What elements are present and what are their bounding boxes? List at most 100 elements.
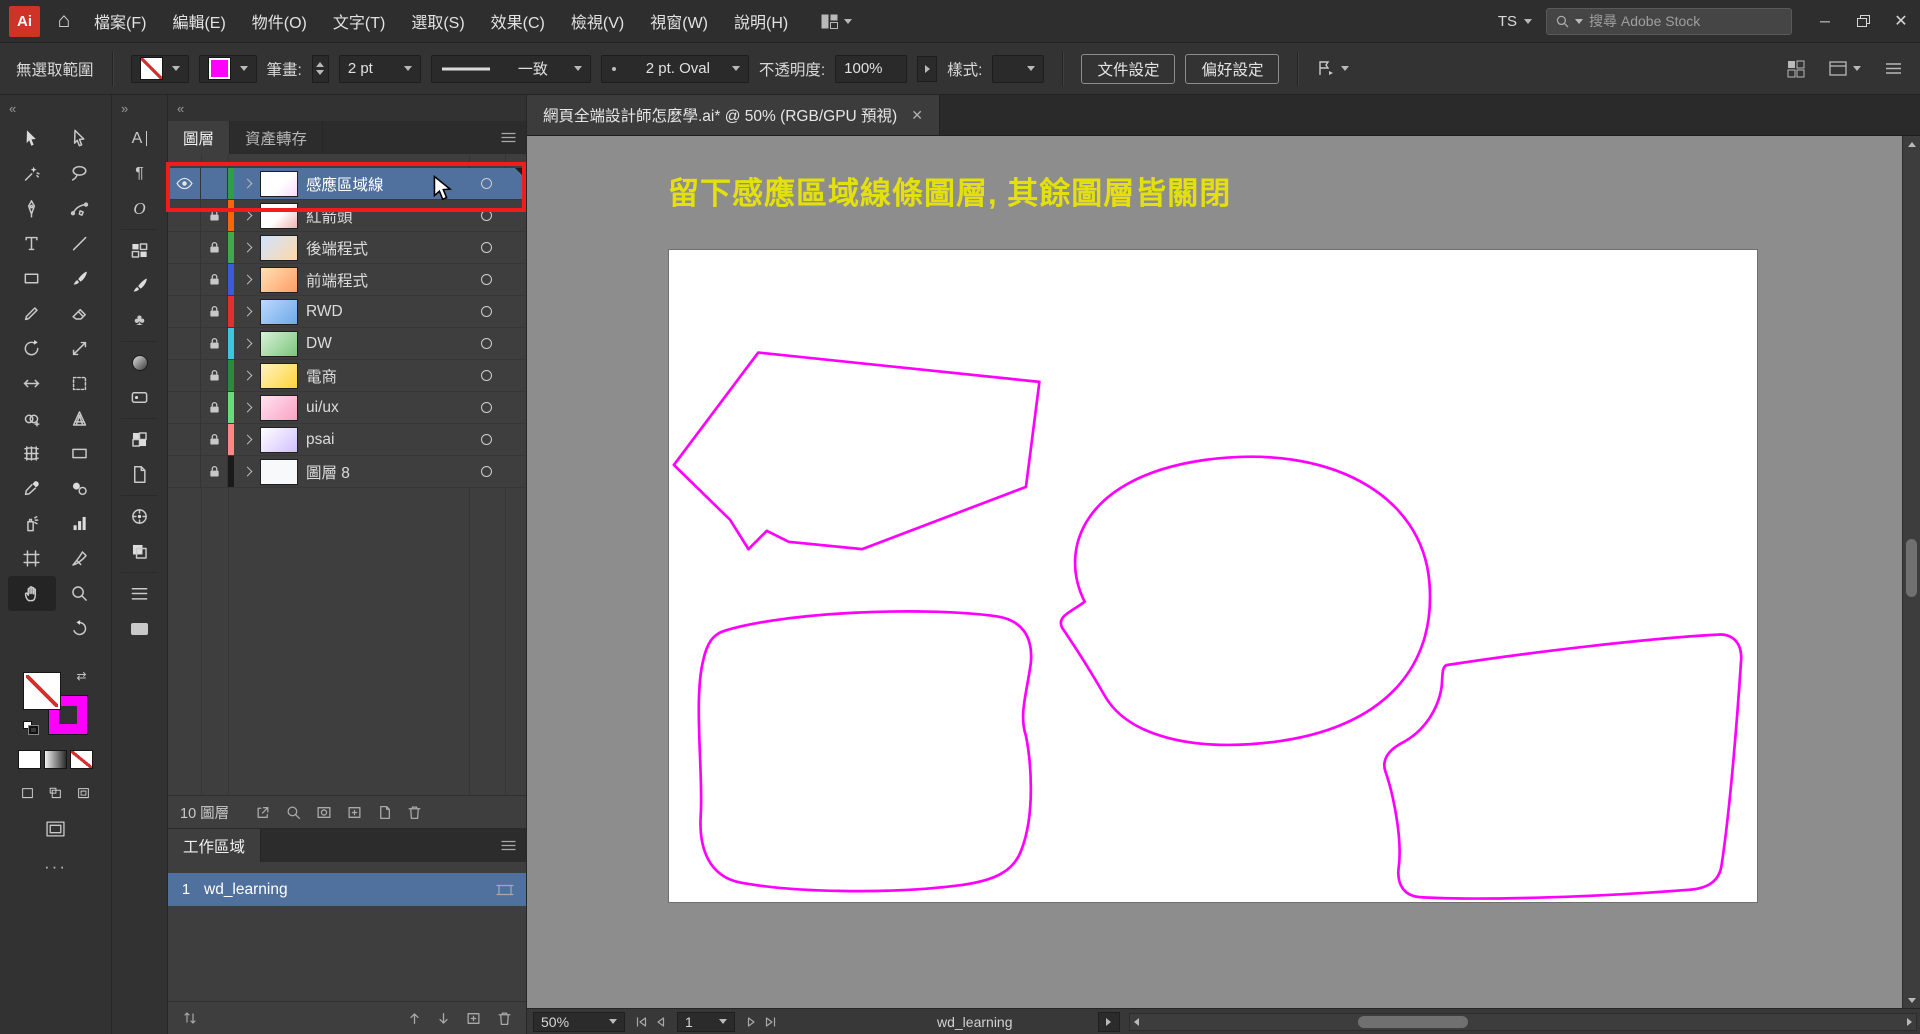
layer-selection-column[interactable]	[504, 424, 526, 455]
menu-help[interactable]: 說明(H)	[721, 0, 801, 43]
window-minimize-button[interactable]: ─	[1806, 0, 1844, 43]
layer-name[interactable]: RWD	[306, 303, 468, 321]
dock-expand-control[interactable]: »	[112, 95, 167, 121]
menu-edit[interactable]: 編輯(E)	[159, 0, 238, 43]
brushes-panel-icon[interactable]	[112, 268, 167, 303]
layer-row[interactable]: 前端程式	[168, 264, 526, 296]
layer-row[interactable]: 電商	[168, 360, 526, 392]
layer-name[interactable]: 後端程式	[306, 237, 468, 259]
isolate-selection-dropdown[interactable]	[1316, 60, 1350, 77]
edit-toolbar-button[interactable]: ···	[0, 857, 111, 877]
layer-target[interactable]	[468, 402, 504, 413]
new-layer-icon[interactable]	[377, 805, 392, 820]
layer-selection-column[interactable]	[504, 456, 526, 487]
layer-thumbnail[interactable]	[260, 234, 298, 261]
layer-target[interactable]	[468, 466, 504, 477]
appearance-panel-icon[interactable]	[112, 380, 167, 415]
swatches-panel-icon[interactable]	[112, 233, 167, 268]
visibility-toggle[interactable]	[168, 392, 201, 423]
menu-view[interactable]: 檢視(V)	[558, 0, 637, 43]
artboard-icon[interactable]	[496, 883, 514, 897]
line-segment-tool[interactable]	[56, 226, 104, 261]
artboard-number-field[interactable]: 1	[677, 1011, 735, 1032]
layer-selection-column[interactable]	[504, 264, 526, 295]
scroll-down-icon[interactable]	[1903, 992, 1920, 1008]
make-clipping-mask-icon[interactable]	[316, 805, 332, 820]
visibility-toggle[interactable]	[168, 456, 201, 487]
artboard[interactable]	[668, 249, 1758, 903]
eyedropper-tool[interactable]	[8, 471, 56, 506]
mesh-tool[interactable]	[8, 436, 56, 471]
previous-artboard-icon[interactable]	[655, 1016, 666, 1028]
layer-row[interactable]: 圖層 8	[168, 456, 526, 488]
lock-toggle[interactable]	[201, 328, 228, 359]
document-tab[interactable]: 網頁全端設計師怎麼學.ai* @ 50% (RGB/GPU 預視) ✕	[527, 95, 940, 135]
layer-thumbnail[interactable]	[260, 362, 298, 389]
layer-target[interactable]	[468, 210, 504, 221]
lock-toggle[interactable]	[201, 264, 228, 295]
perspective-grid-tool[interactable]	[56, 401, 104, 436]
layer-target[interactable]	[468, 338, 504, 349]
first-artboard-icon[interactable]	[635, 1016, 648, 1028]
menu-window[interactable]: 視窗(W)	[637, 0, 721, 43]
rectangle-tool[interactable]	[8, 261, 56, 296]
layer-thumbnail[interactable]	[260, 330, 298, 357]
gradient-button[interactable]	[44, 750, 67, 769]
layer-row[interactable]: 後端程式	[168, 232, 526, 264]
color-button[interactable]	[18, 750, 41, 769]
layer-name[interactable]: 圖層 8	[306, 461, 468, 483]
tab-artboards[interactable]: 工作區域	[168, 829, 262, 862]
document-layout-switcher[interactable]	[813, 0, 860, 43]
layer-name[interactable]: psai	[306, 431, 468, 449]
layer-row[interactable]: RWD	[168, 296, 526, 328]
layer-selection-column[interactable]	[504, 328, 526, 359]
artboard-name[interactable]: wd_learning	[204, 881, 496, 899]
pencil-tool[interactable]	[8, 296, 56, 331]
paintbrush-tool[interactable]	[56, 261, 104, 296]
gpu-preview-dropdown[interactable]	[1829, 61, 1861, 76]
layer-thumbnail[interactable]	[260, 426, 298, 453]
lock-toggle[interactable]	[201, 392, 228, 423]
delete-layer-icon[interactable]	[407, 805, 422, 820]
canvas[interactable]: 留下感應區域線條圖層, 其餘圖層皆關閉	[527, 136, 1920, 1008]
draw-inside-button[interactable]	[72, 783, 96, 803]
pathfinder-panel-icon[interactable]	[112, 534, 167, 569]
window-restore-button[interactable]	[1844, 0, 1882, 43]
curvature-tool[interactable]	[56, 191, 104, 226]
gradient-panel-icon[interactable]	[112, 345, 167, 380]
free-transform-tool[interactable]	[56, 366, 104, 401]
navigator-panel-icon[interactable]	[112, 499, 167, 534]
next-artboard-icon[interactable]	[746, 1016, 757, 1028]
lasso-tool[interactable]	[56, 156, 104, 191]
default-fill-stroke-icon[interactable]	[22, 721, 39, 735]
screen-mode-button[interactable]	[43, 819, 69, 839]
visibility-toggle[interactable]	[168, 328, 201, 359]
visibility-toggle[interactable]	[168, 424, 201, 455]
stroke-color-dropdown[interactable]	[198, 54, 257, 83]
tab-asset-export[interactable]: 資產轉存	[230, 121, 324, 154]
home-icon[interactable]: ⌂	[47, 0, 81, 43]
artboard-row[interactable]: 1 wd_learning	[168, 873, 526, 906]
layer-name[interactable]: 感應區域線	[306, 173, 468, 195]
layer-name[interactable]: DW	[306, 335, 468, 353]
transparency-panel-icon[interactable]	[112, 422, 167, 457]
layer-selection-column[interactable]	[504, 296, 526, 327]
locate-object-icon[interactable]	[286, 805, 301, 820]
libraries-panel-icon[interactable]	[112, 611, 167, 646]
lock-toggle[interactable]	[201, 360, 228, 391]
expand-layer-chevron[interactable]	[234, 274, 260, 285]
gradient-tool[interactable]	[56, 436, 104, 471]
stock-search[interactable]	[1546, 7, 1792, 35]
layer-name[interactable]: 前端程式	[306, 269, 468, 291]
draw-behind-button[interactable]	[44, 783, 68, 803]
layer-target[interactable]	[468, 306, 504, 317]
stroke-panel-icon[interactable]	[112, 576, 167, 611]
lock-toggle[interactable]	[201, 296, 228, 327]
width-tool[interactable]	[8, 366, 56, 401]
search-input[interactable]	[1589, 13, 1782, 29]
preferences-button[interactable]: 偏好設定	[1185, 53, 1280, 84]
menu-file[interactable]: 檔案(F)	[81, 0, 159, 43]
layer-name[interactable]: 紅箭頭	[306, 205, 468, 227]
expand-layer-chevron[interactable]	[234, 306, 260, 317]
toolbar-collapse-control[interactable]: «	[0, 95, 111, 121]
